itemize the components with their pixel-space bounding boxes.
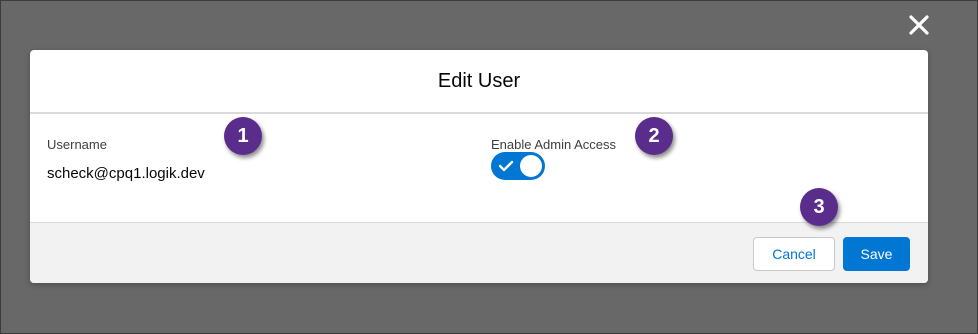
checkmark-icon xyxy=(498,160,514,172)
save-button[interactable]: Save xyxy=(843,237,910,271)
admin-access-label: Enable Admin Access xyxy=(491,137,617,152)
username-value: scheck@cpq1.logik.dev xyxy=(47,165,205,182)
edit-user-modal: Edit User Username scheck@cpq1.logik.dev… xyxy=(30,50,928,283)
modal-footer: Cancel Save xyxy=(30,222,928,283)
cancel-button[interactable]: Cancel xyxy=(753,237,835,271)
modal-header: Edit User xyxy=(30,50,928,114)
admin-access-toggle[interactable] xyxy=(491,152,545,180)
close-icon xyxy=(909,15,929,35)
username-label: Username xyxy=(47,137,107,152)
callout-badge-2: 2 xyxy=(635,117,673,155)
close-button[interactable] xyxy=(906,12,932,38)
toggle-knob xyxy=(520,155,542,177)
modal-title: Edit User xyxy=(437,69,521,92)
callout-badge-3: 3 xyxy=(800,188,838,226)
callout-badge-1: 1 xyxy=(224,117,262,155)
